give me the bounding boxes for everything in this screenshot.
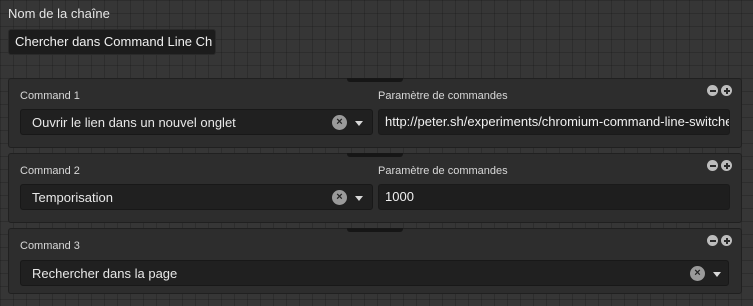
drag-handle[interactable] [347, 153, 403, 157]
command-label: Command 1 [20, 90, 80, 102]
command-block-3: Command 3 Rechercher dans la page × [8, 228, 742, 294]
command-select-value: Ouvrir le lien dans un nouvel onglet [32, 115, 236, 130]
command-select-value: Temporisation [32, 190, 113, 205]
param-input[interactable]: http://peter.sh/experiments/chromium-com… [378, 109, 730, 135]
chain-name-label: Nom de la chaîne [8, 6, 110, 21]
chevron-down-icon[interactable] [713, 272, 721, 277]
chevron-down-icon[interactable] [355, 121, 363, 126]
remove-command-icon[interactable] [707, 160, 718, 171]
remove-command-icon[interactable] [707, 235, 718, 246]
add-command-icon[interactable] [721, 160, 732, 171]
command-block-2: Command 2 Paramètre de commandes Tempori… [8, 153, 742, 223]
chain-name-input[interactable]: Chercher dans Command Line Ch [8, 29, 216, 55]
clear-selection-icon[interactable]: × [332, 190, 347, 205]
command-label: Command 3 [20, 240, 80, 252]
clear-selection-icon[interactable]: × [332, 115, 347, 130]
param-input[interactable]: 1000 [378, 184, 730, 210]
drag-handle[interactable] [347, 78, 403, 82]
drag-handle[interactable] [347, 228, 403, 232]
command-select-value: Rechercher dans la page [32, 266, 178, 281]
param-label: Paramètre de commandes [378, 165, 508, 177]
add-command-icon[interactable] [721, 85, 732, 96]
command-label: Command 2 [20, 165, 80, 177]
command-block-1: Command 1 Paramètre de commandes Ouvrir … [8, 78, 742, 148]
param-label: Paramètre de commandes [378, 90, 508, 102]
command-select[interactable]: Temporisation × [20, 184, 373, 210]
chevron-down-icon[interactable] [355, 196, 363, 201]
command-select[interactable]: Rechercher dans la page × [20, 260, 729, 286]
add-command-icon[interactable] [721, 235, 732, 246]
clear-selection-icon[interactable]: × [690, 266, 705, 281]
command-select[interactable]: Ouvrir le lien dans un nouvel onglet × [20, 109, 373, 135]
remove-command-icon[interactable] [707, 85, 718, 96]
